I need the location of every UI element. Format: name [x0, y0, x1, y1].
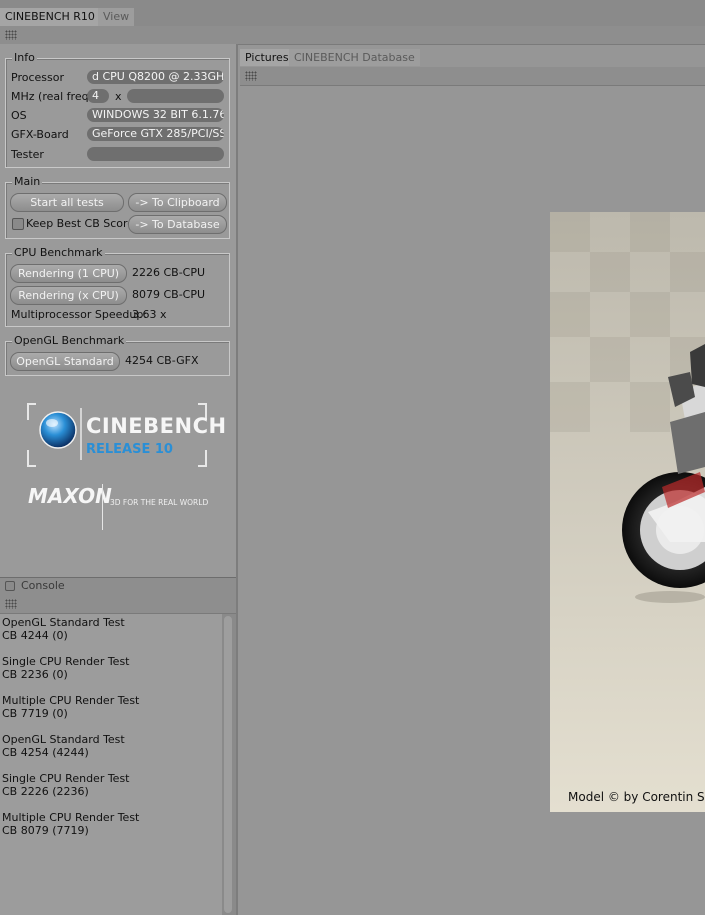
rendering-1cpu-button[interactable]: Rendering (1 CPU)	[10, 264, 127, 283]
console-entry: OpenGL Standard Test CB 4254 (4244)	[2, 733, 125, 759]
cpu-benchmark-group: CPU Benchmark Rendering (1 CPU) 2226 CB-…	[5, 246, 230, 327]
main-title: Main	[12, 175, 43, 188]
speedup-value: 3.63 x	[132, 308, 167, 321]
to-database-button[interactable]: -> To Database	[128, 215, 227, 234]
maxon-divider	[102, 484, 103, 530]
console-header: Console	[0, 577, 236, 595]
opengl-benchmark-group: OpenGL Benchmark OpenGL Standard 4254 CB…	[5, 334, 230, 376]
console-title: Console	[21, 579, 65, 592]
cinebench-sphere-icon	[39, 411, 77, 449]
cpu-benchmark-title: CPU Benchmark	[12, 246, 105, 259]
console-scrollbar[interactable]	[222, 614, 236, 915]
start-all-tests-button[interactable]: Start all tests	[10, 193, 124, 212]
grip-icon[interactable]	[5, 599, 17, 609]
processor-label: Processor	[11, 71, 64, 84]
rendering-xcpu-button[interactable]: Rendering (x CPU)	[10, 286, 127, 305]
console-entry-score: CB 4244 (0)	[2, 629, 68, 642]
render-image: Model © by Corentin Seg	[550, 212, 705, 812]
render-caption: Model © by Corentin Seg	[568, 790, 705, 804]
rendering-xcpu-score: 8079 CB-CPU	[132, 288, 206, 301]
console-entry-test: Single CPU Render Test	[2, 772, 130, 785]
grip-icon[interactable]	[245, 71, 257, 81]
panel-separator[interactable]	[236, 44, 238, 915]
console-entry-test: OpenGL Standard Test	[2, 616, 125, 629]
processor-field[interactable]: d CPU Q8200 @ 2.33GHz	[87, 70, 224, 84]
console-entry-test: Multiple CPU Render Test	[2, 811, 140, 824]
maxon-tagline: 3D FOR THE REAL WORLD	[110, 498, 209, 507]
tester-field[interactable]	[87, 147, 224, 161]
keep-best-label: Keep Best CB Score	[26, 217, 135, 230]
mhz-label: MHz (real freq.)	[11, 90, 97, 103]
maxon-logo: MAXON 3D FOR THE REAL WORLD	[28, 482, 218, 532]
os-label: OS	[11, 109, 27, 122]
console-entry-test: Single CPU Render Test	[2, 655, 130, 668]
console-scrollbar-thumb[interactable]	[224, 616, 232, 913]
render-scene	[550, 212, 705, 812]
console-entry-score: CB 2236 (0)	[2, 668, 68, 681]
cinebench-wordmark: CINEBENCH	[86, 414, 227, 438]
console-entry: OpenGL Standard Test CB 4244 (0)	[2, 616, 125, 642]
console-log[interactable]: OpenGL Standard Test CB 4244 (0) Single …	[0, 614, 222, 915]
info-group: Info Processor d CPU Q8200 @ 2.33GHz MHz…	[5, 51, 230, 168]
console-entry: Single CPU Render Test CB 2236 (0)	[2, 655, 130, 681]
opengl-benchmark-title: OpenGL Benchmark	[12, 334, 127, 347]
opengl-standard-button[interactable]: OpenGL Standard	[10, 352, 120, 371]
rendering-1cpu-score: 2226 CB-CPU	[132, 266, 206, 279]
console-entry: Multiple CPU Render Test CB 8079 (7719)	[2, 811, 139, 837]
keep-best-checkbox-icon[interactable]	[12, 218, 24, 230]
viewer-grip-row	[240, 67, 705, 86]
tab-cinebench-database[interactable]: CINEBENCH Database	[289, 49, 420, 66]
console-entry: Multiple CPU Render Test CB 7719 (0)	[2, 694, 139, 720]
release-wordmark: RELEASE 10	[86, 442, 173, 457]
mhz-count-field[interactable]: 4	[87, 89, 109, 103]
gfx-board-field[interactable]: GeForce GTX 285/PCI/SS	[87, 127, 224, 141]
opengl-score: 4254 CB-GFX	[125, 354, 199, 367]
toolbar-grip-row	[0, 26, 705, 45]
mhz-field[interactable]	[127, 89, 224, 103]
tester-label: Tester	[11, 148, 44, 161]
maxon-wordmark: MAXON	[28, 484, 112, 508]
main-group: Main Start all tests -> To Clipboard Kee…	[5, 175, 230, 239]
left-panel: Info Processor d CPU Q8200 @ 2.33GHz MHz…	[0, 44, 238, 577]
top-tab-bar: CINEBENCH R10 View	[0, 0, 705, 26]
gfx-board-label: GFX-Board	[11, 128, 69, 141]
info-title: Info	[12, 51, 37, 64]
console-entry-test: OpenGL Standard Test	[2, 733, 125, 746]
speedup-label: Multiprocessor Speedup:	[11, 308, 148, 321]
tab-cinebench-r10[interactable]: CINEBENCH R10	[0, 8, 100, 26]
grip-icon[interactable]	[5, 30, 17, 40]
console-entry-score: CB 7719 (0)	[2, 707, 68, 720]
console-entry: Single CPU Render Test CB 2226 (2236)	[2, 772, 130, 798]
cinebench-logo: CINEBENCH RELEASE 10	[26, 402, 226, 468]
to-clipboard-button[interactable]: -> To Clipboard	[128, 193, 227, 212]
console-checkbox-icon[interactable]	[5, 581, 15, 591]
console-entry-score: CB 8079 (7719)	[2, 824, 89, 837]
tab-view[interactable]: View	[98, 8, 135, 26]
tab-pictures[interactable]: Pictures	[240, 49, 294, 66]
console-entry-test: Multiple CPU Render Test	[2, 694, 140, 707]
mhz-multiplier-x: x	[115, 90, 122, 103]
console-entry-score: CB 2226 (2236)	[2, 785, 89, 798]
console-grip-row	[0, 595, 236, 614]
os-field[interactable]: WINDOWS 32 BIT 6.1.760	[87, 108, 224, 122]
console-entry-score: CB 4254 (4244)	[2, 746, 89, 759]
